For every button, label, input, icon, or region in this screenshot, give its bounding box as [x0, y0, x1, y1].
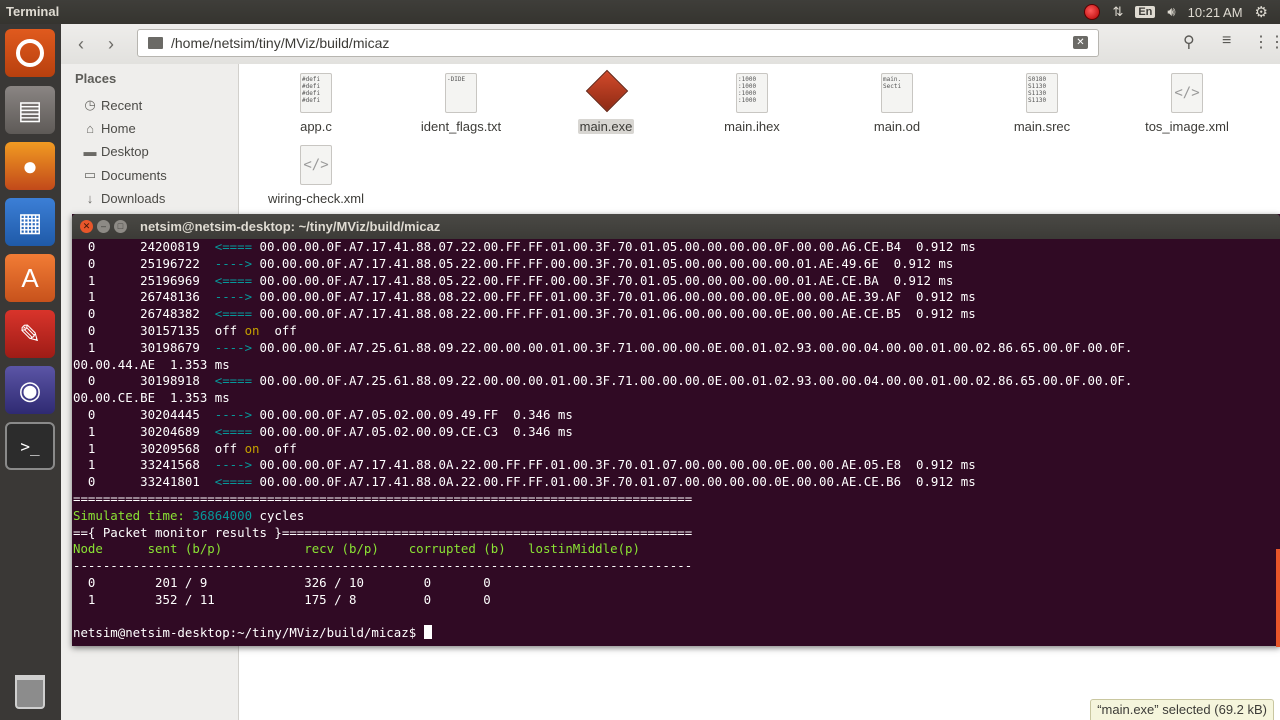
- active-app-title: Terminal: [6, 4, 60, 19]
- file-name: ident_flags.txt: [420, 119, 502, 134]
- documents-icon: ▭: [83, 167, 97, 182]
- menu-icon[interactable]: ≡: [1222, 32, 1231, 50]
- file-item[interactable]: :1000 :1000 :1000 :1000 main.ihex: [687, 73, 817, 134]
- keyboard-layout-indicator[interactable]: En: [1135, 6, 1156, 18]
- results-table-header: Node sent (b/p) recv (b/p) corrupted (b)…: [73, 541, 640, 557]
- libreoffice-writer-icon[interactable]: ▦: [5, 198, 55, 246]
- terminal-window[interactable]: ✕ – □ netsim@netsim-desktop: ~/tiny/MViz…: [72, 214, 1280, 647]
- scrollbar[interactable]: [1276, 549, 1280, 647]
- packet-line: 1 30204689 <==== 00.00.00.0F.A7.05.02.00…: [73, 423, 573, 439]
- forward-button[interactable]: ›: [97, 31, 125, 57]
- packet-monitor-header: =={ Packet monitor results }============…: [73, 524, 693, 540]
- ubuntu-dash-icon[interactable]: [5, 29, 55, 77]
- packet-line: 0 26748382 <==== 00.00.00.0F.A7.17.41.88…: [73, 306, 976, 322]
- text-file-icon: S0180 S1130 S1130 S1130: [1026, 73, 1058, 113]
- places-heading: Places: [75, 71, 117, 86]
- text-cursor: [423, 625, 432, 640]
- volume-icon[interactable]: 🔊︎: [1167, 4, 1175, 20]
- launcher: ▤ ● ▦ A ✎ ◉ >_: [0, 24, 62, 720]
- shell-prompt[interactable]: netsim@netsim-desktop:~/tiny/MViz/build/…: [73, 625, 1280, 642]
- selection-status: “main.exe” selected (69.2 kB): [1090, 699, 1274, 720]
- sidebar-item-downloads[interactable]: ↓ Downloads: [83, 191, 166, 206]
- sidebar-item-documents[interactable]: ▭ Documents: [83, 167, 167, 183]
- packet-line: 0 30198918 <==== 00.00.00.0F.A7.25.61.88…: [73, 373, 1133, 389]
- file-item[interactable]: -DIDE ident_flags.txt: [396, 73, 526, 134]
- back-button[interactable]: ‹: [67, 31, 95, 57]
- terminal-title: netsim@netsim-desktop: ~/tiny/MViz/build…: [140, 219, 441, 234]
- folder-icon: [148, 37, 163, 49]
- packet-line: 1 30198679 ----> 00.00.00.0F.A7.25.61.88…: [73, 339, 1133, 355]
- simulated-time-line: Simulated time: 36864000 cycles: [73, 507, 305, 523]
- location-bar[interactable]: /home/netsim/tiny/MViz/build/micaz ✕: [137, 29, 1099, 57]
- file-item[interactable]: S0180 S1130 S1130 S1130 main.srec: [977, 73, 1107, 134]
- separator-line: ========================================…: [73, 490, 693, 506]
- packet-line: 0 24200819 <==== 00.00.00.0F.A7.17.41.88…: [73, 239, 976, 254]
- file-name: main.ihex: [724, 119, 780, 134]
- packet-line: 1 25196969 <==== 00.00.00.0F.A7.17.41.88…: [73, 272, 954, 288]
- packet-line: 0 30204445 ----> 00.00.00.0F.A7.05.02.00…: [73, 406, 573, 422]
- network-arrows-icon[interactable]: ⇅: [1112, 4, 1123, 20]
- results-table-row: 1 352 / 11 175 / 8 0 0: [73, 591, 491, 607]
- packet-line-wrap: 00.00.CE.BE 1.353 ms: [73, 390, 230, 406]
- home-icon: ⌂: [86, 121, 94, 136]
- gear-icon[interactable]: ⚙: [1255, 3, 1268, 21]
- clock[interactable]: 10:21 AM: [1188, 5, 1243, 20]
- search-icon[interactable]: ⚲: [1183, 32, 1195, 52]
- downloads-icon: ↓: [86, 191, 94, 206]
- system-tray: ⇅ En 🔊︎ 10:21 AM ⚙: [1084, 0, 1280, 24]
- file-item[interactable]: #defi #defi #defi #defi app.c: [251, 73, 381, 134]
- text-file-icon: -DIDE: [445, 73, 477, 113]
- software-center-icon[interactable]: A: [5, 254, 55, 302]
- packet-line-wrap: 00.00.44.AE 1.353 ms: [73, 356, 230, 372]
- radio-state-line: 1 30209568 off on off: [73, 440, 297, 456]
- text-file-icon: :1000 :1000 :1000 :1000: [736, 73, 768, 113]
- file-name: tos_image.xml: [1145, 119, 1229, 134]
- packet-line: 0 25196722 ----> 00.00.00.0F.A7.17.41.88…: [73, 255, 954, 271]
- clock-icon: ◷: [84, 97, 96, 112]
- sidebar-item-desktop[interactable]: ▬ Desktop: [83, 144, 149, 159]
- file-manager-toolbar: ‹ › /home/netsim/tiny/MViz/build/micaz ✕…: [61, 24, 1280, 65]
- trash-icon[interactable]: [5, 668, 55, 716]
- text-file-icon: main. Secti: [881, 73, 913, 113]
- clear-location-icon[interactable]: ✕: [1073, 36, 1088, 49]
- maximize-icon[interactable]: □: [114, 220, 127, 233]
- file-item[interactable]: </> tos_image.xml: [1122, 73, 1252, 134]
- file-name: main.od: [873, 119, 921, 134]
- text-file-icon: #defi #defi #defi #defi: [300, 73, 332, 113]
- file-name: wiring-check.xml: [267, 191, 365, 206]
- radio-state-line: 0 30157135 off on off: [73, 322, 297, 338]
- location-path[interactable]: /home/netsim/tiny/MViz/build/micaz: [171, 35, 389, 51]
- executable-icon: [585, 69, 629, 113]
- desktop-folder-icon: ▬: [83, 144, 97, 159]
- file-name: main.srec: [1013, 119, 1071, 134]
- packet-line: 0 33241801 <==== 00.00.00.0F.A7.17.41.88…: [73, 474, 976, 490]
- terminal-output[interactable]: 0 24200819 <==== 00.00.00.0F.A7.17.41.88…: [72, 239, 1280, 646]
- sidebar-item-recent[interactable]: ◷ Recent: [83, 97, 142, 113]
- terminal-titlebar[interactable]: ✕ – □ netsim@netsim-desktop: ~/tiny/MViz…: [72, 214, 1280, 239]
- minimize-icon[interactable]: –: [97, 220, 110, 233]
- xml-file-icon: </>: [1171, 73, 1203, 113]
- packet-line: 1 33241568 ----> 00.00.00.0F.A7.17.41.88…: [73, 457, 976, 473]
- separator-line: ----------------------------------------…: [73, 558, 693, 574]
- files-app-icon[interactable]: ▤: [5, 86, 55, 134]
- sidebar-item-home[interactable]: ⌂ Home: [83, 121, 136, 136]
- view-options-icon[interactable]: ⋮⋮: [1253, 32, 1280, 52]
- firefox-icon[interactable]: ●: [5, 142, 55, 190]
- close-icon[interactable]: ✕: [80, 220, 93, 233]
- system-settings-icon[interactable]: ✎: [5, 310, 55, 358]
- top-panel: Terminal ⇅ En 🔊︎ 10:21 AM ⚙: [0, 0, 1280, 24]
- file-name: app.c: [300, 119, 332, 134]
- file-item[interactable]: </> wiring-check.xml: [251, 145, 381, 206]
- xml-file-icon: </>: [300, 145, 332, 185]
- file-name: main.exe: [577, 119, 635, 134]
- results-table-row: 0 201 / 9 326 / 10 0 0: [73, 574, 491, 590]
- packet-line: 1 26748136 ----> 00.00.00.0F.A7.17.41.88…: [73, 289, 976, 305]
- file-item[interactable]: main. Secti main.od: [832, 73, 962, 134]
- record-indicator-icon[interactable]: [1084, 4, 1101, 20]
- eclipse-icon[interactable]: ◉: [5, 366, 55, 414]
- file-item-selected[interactable]: main.exe: [541, 69, 671, 136]
- terminal-app-icon[interactable]: >_: [5, 422, 55, 470]
